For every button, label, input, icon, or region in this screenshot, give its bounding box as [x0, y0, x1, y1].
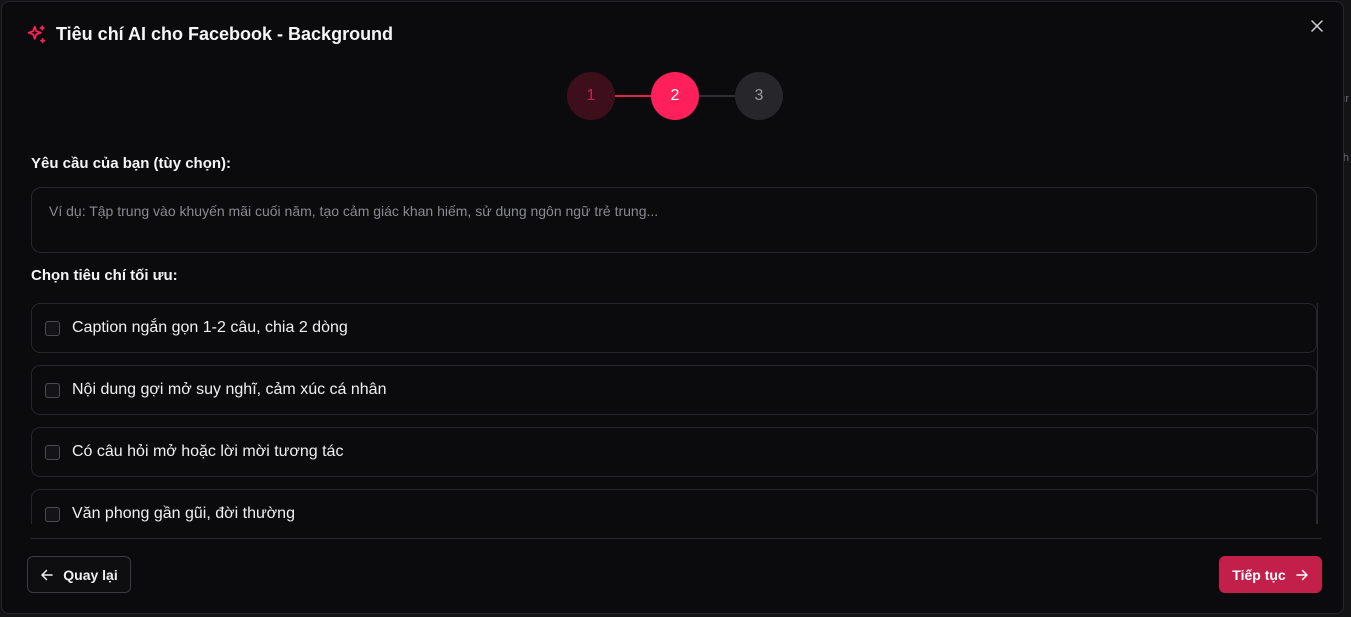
- step-2-active: 2: [651, 72, 699, 120]
- step-connector-pending: [699, 95, 735, 97]
- criterion-item[interactable]: Có câu hỏi mở hoặc lời mời tương tác: [31, 427, 1317, 477]
- criteria-dialog: Tiêu chí AI cho Facebook - Background 1 …: [1, 1, 1344, 614]
- dialog-title: Tiêu chí AI cho Facebook - Background: [56, 24, 394, 44]
- step-1: 1: [567, 72, 615, 120]
- back-button[interactable]: Quay lại: [27, 556, 131, 593]
- arrow-left-icon: [41, 569, 54, 580]
- criteria-list[interactable]: Caption ngắn gọn 1-2 câu, chia 2 dòng Nộ…: [31, 303, 1321, 524]
- step-indicator: 1 2 3: [565, 71, 785, 121]
- criteria-scrollbar[interactable]: [1317, 303, 1318, 524]
- close-button[interactable]: [1307, 16, 1327, 36]
- criterion-label: Văn phong gần gũi, đời thường: [72, 505, 295, 522]
- dialog-header: Tiêu chí AI cho Facebook - Background: [26, 24, 393, 45]
- step-3: 3: [735, 72, 783, 120]
- footer-divider: [31, 538, 1321, 539]
- criterion-label: Caption ngắn gọn 1-2 câu, chia 2 dòng: [72, 319, 348, 336]
- arrow-right-icon: [1295, 569, 1308, 580]
- criterion-checkbox[interactable]: [45, 444, 60, 460]
- sparkles-icon: [27, 25, 46, 44]
- request-label: Yêu cầu của bạn (tùy chọn):: [31, 155, 232, 172]
- request-textarea[interactable]: [32, 188, 1316, 252]
- next-button[interactable]: Tiếp tục: [1219, 556, 1322, 593]
- criterion-checkbox[interactable]: [45, 506, 60, 522]
- back-button-label: Quay lại: [63, 566, 118, 583]
- request-input-container: [31, 187, 1317, 253]
- criterion-checkbox[interactable]: [45, 320, 60, 336]
- criterion-label: Có câu hỏi mở hoặc lời mời tương tác: [72, 443, 344, 460]
- criterion-checkbox[interactable]: [45, 382, 60, 398]
- criterion-item[interactable]: Caption ngắn gọn 1-2 câu, chia 2 dòng: [31, 303, 1317, 353]
- criterion-item[interactable]: Nội dung gợi mở suy nghĩ, cảm xúc cá nhâ…: [31, 365, 1317, 415]
- criterion-item[interactable]: Văn phong gần gũi, đời thường: [31, 489, 1317, 524]
- step-connector-completed: [615, 95, 651, 97]
- criteria-label: Chọn tiêu chí tối ưu:: [31, 267, 178, 284]
- criterion-label: Nội dung gợi mở suy nghĩ, cảm xúc cá nhâ…: [72, 381, 387, 398]
- next-button-label: Tiếp tục: [1232, 566, 1286, 583]
- close-icon: [1311, 20, 1323, 32]
